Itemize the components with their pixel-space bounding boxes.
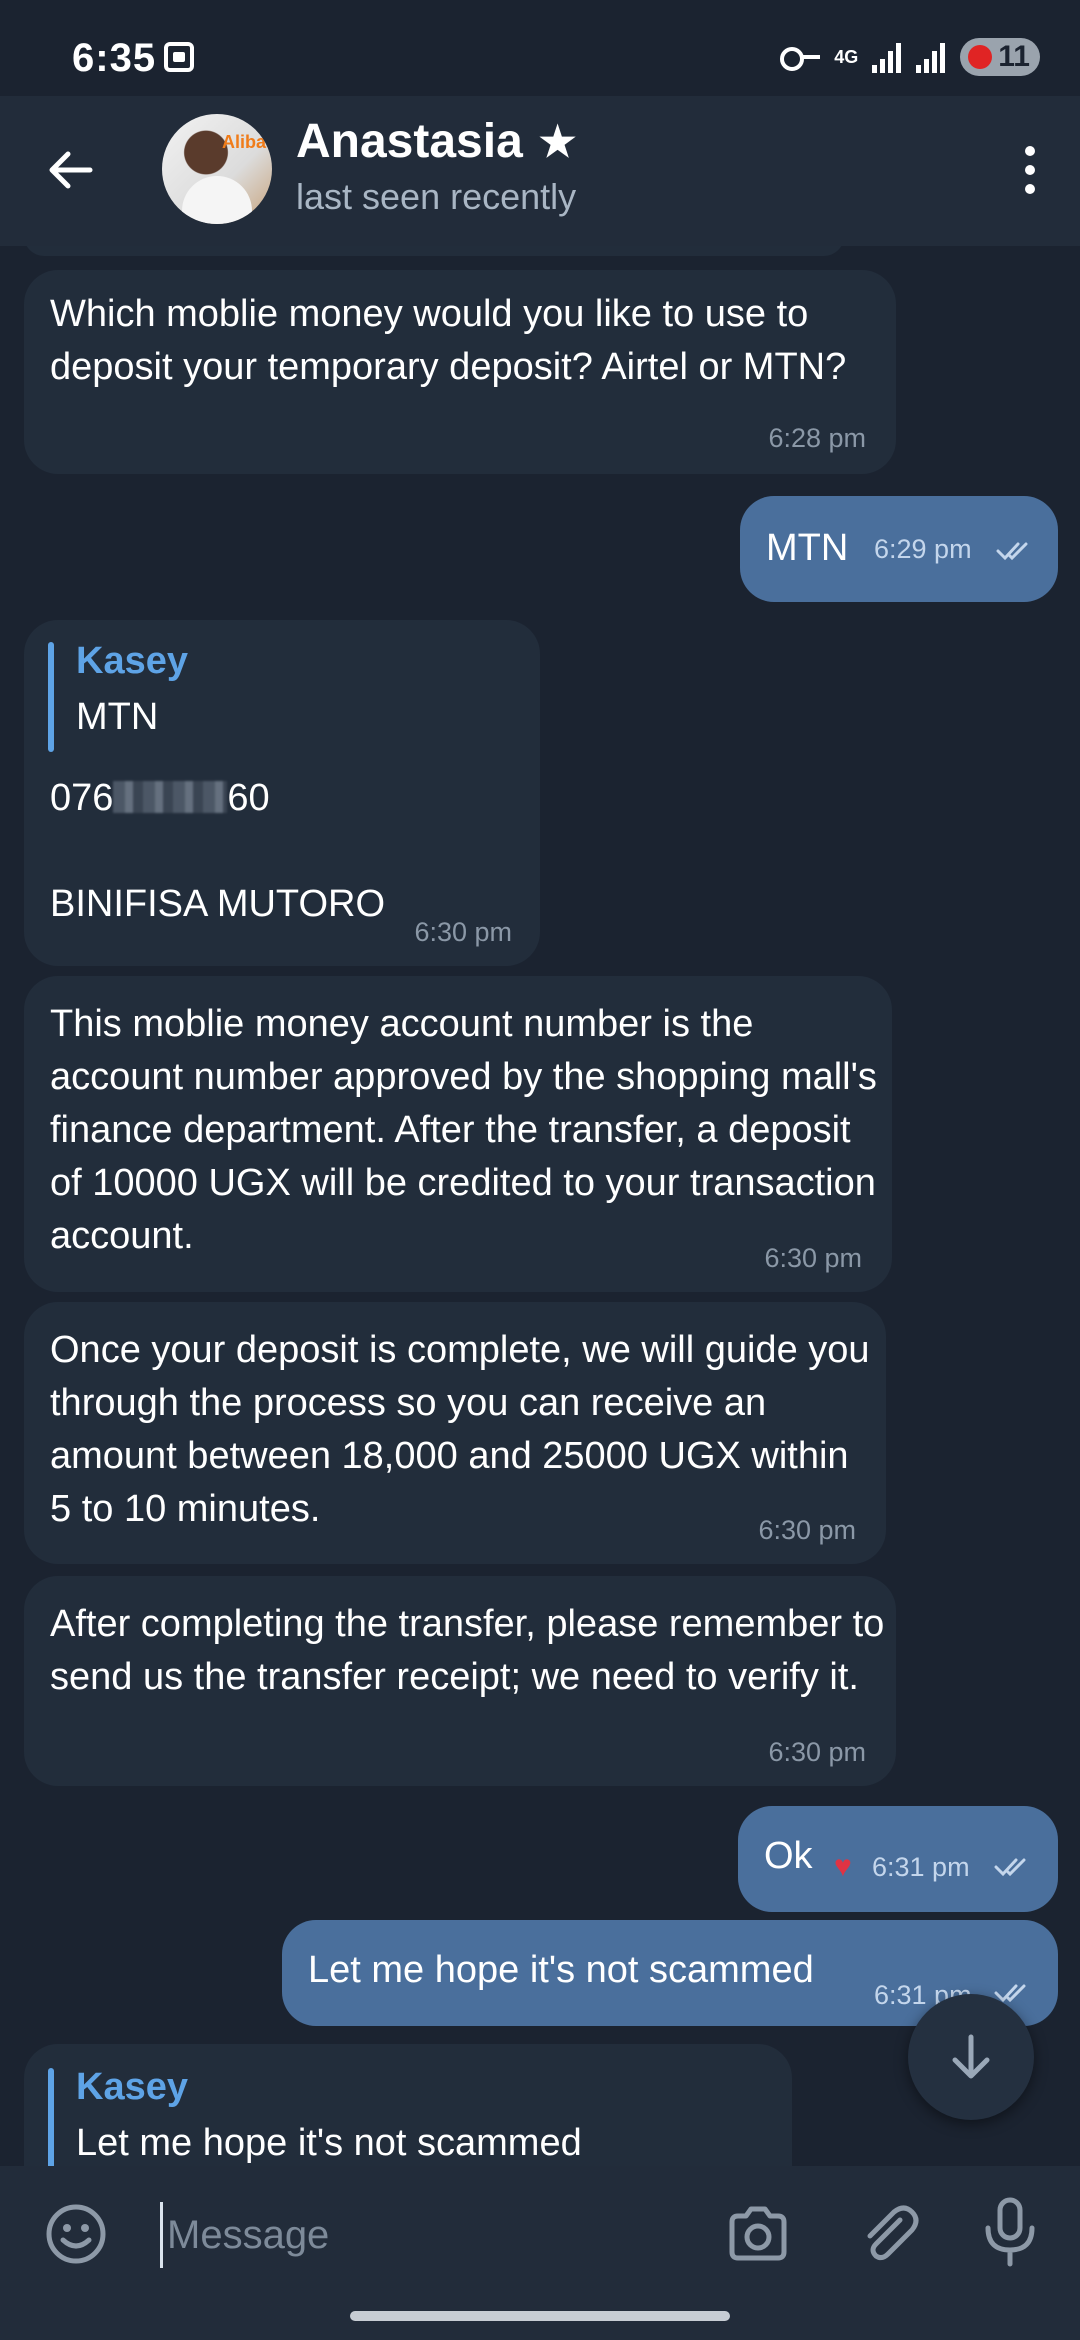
back-arrow-icon[interactable] [40, 138, 104, 202]
account-number: 076 60 [50, 772, 270, 825]
message-incoming-reply[interactable]: Kasey MTN 076 60 BINIFISA MUTORO 6:30 pm [24, 620, 540, 966]
reply-quote: MTN [76, 696, 159, 738]
blurred-digits [113, 780, 228, 813]
avatar[interactable]: Aliba [162, 114, 272, 224]
message-incoming-reply[interactable]: Kasey Let me hope it's not scammed [24, 2044, 792, 2166]
message-incoming[interactable]: Once your deposit is complete, we will g… [24, 1302, 886, 1564]
reply-author: Kasey [76, 2066, 188, 2108]
battery-indicator: 11 [960, 38, 1040, 76]
message-text: Once your deposit is complete, we will g… [50, 1329, 870, 1530]
message-text: After completing the transfer, please re… [50, 1603, 885, 1698]
account-number-start: 076 [50, 777, 114, 819]
message-outgoing[interactable]: MTN 6:29 pm [740, 496, 1058, 602]
battery-level: 11 [998, 40, 1030, 73]
message-text: Let me hope it's not scammed [308, 1949, 814, 1991]
message-time: 6:29 pm [874, 534, 972, 564]
message-text: This moblie money account number is the … [50, 1003, 877, 1257]
message-input[interactable] [160, 2202, 689, 2268]
double-check-icon [996, 542, 1028, 561]
heart-icon[interactable]: ♥ [834, 1850, 852, 1884]
reply-bar [48, 2068, 54, 2166]
arrow-down-icon [952, 2034, 990, 2079]
contact-status: last seen recently [296, 176, 577, 217]
signal-icon [872, 41, 902, 73]
message-incoming[interactable]: After completing the transfer, please re… [24, 1576, 896, 1786]
emoji-icon[interactable] [44, 2202, 108, 2266]
avatar-figure [182, 176, 252, 224]
network-type: 4G [834, 47, 859, 67]
more-vertical-icon[interactable] [1010, 140, 1050, 200]
camera-icon[interactable] [724, 2200, 792, 2268]
message-outgoing[interactable]: Ok ♥ 6:31 pm [738, 1806, 1058, 1912]
status-bar: 6:35 4G 11 [0, 0, 1080, 96]
message-text: Ok [764, 1835, 813, 1877]
star-icon: ★ [538, 118, 577, 165]
message-bubble-partial [24, 246, 844, 256]
paperclip-icon[interactable] [854, 2198, 922, 2266]
contact-name: Anastasia [296, 115, 523, 168]
battery-saver-icon [968, 45, 993, 69]
message-time: 6:30 pm [414, 917, 512, 947]
screenshot-icon [164, 42, 194, 72]
account-name: BINIFISA MUTORO [50, 883, 386, 925]
status-icons: 4G 11 [780, 38, 1040, 76]
reply-bar [48, 642, 54, 752]
message-time: 6:30 pm [764, 1243, 862, 1273]
home-indicator[interactable] [350, 2311, 730, 2321]
message-time: 6:30 pm [758, 1515, 856, 1545]
signal-icon [916, 41, 946, 73]
message-incoming[interactable]: This moblie money account number is the … [24, 976, 892, 1292]
scroll-to-bottom-button[interactable] [908, 1994, 1034, 2120]
chat-header: Aliba Anastasia ★ last seen recently [0, 96, 1080, 246]
message-list[interactable]: Which moblie money would you like to use… [0, 246, 1080, 2166]
message-text: MTN [766, 527, 849, 569]
contact-name-row[interactable]: Anastasia ★ [296, 114, 576, 169]
microphone-icon[interactable] [978, 2196, 1042, 2268]
status-time: 6:35 [72, 36, 157, 80]
message-time: 6:31 pm [872, 1852, 970, 1882]
message-time: 6:28 pm [768, 423, 866, 453]
avatar-logo-text: Aliba [221, 132, 266, 152]
message-time: 6:30 pm [768, 1737, 866, 1767]
reply-quote: Let me hope it's not scammed [76, 2122, 582, 2164]
vpn-key-icon [780, 45, 821, 71]
message-text: Which moblie money would you like to use… [50, 293, 847, 388]
account-number-end: 60 [227, 777, 270, 819]
reply-author: Kasey [76, 640, 188, 682]
double-check-icon [994, 1858, 1026, 1877]
message-incoming[interactable]: Which moblie money would you like to use… [24, 270, 896, 474]
